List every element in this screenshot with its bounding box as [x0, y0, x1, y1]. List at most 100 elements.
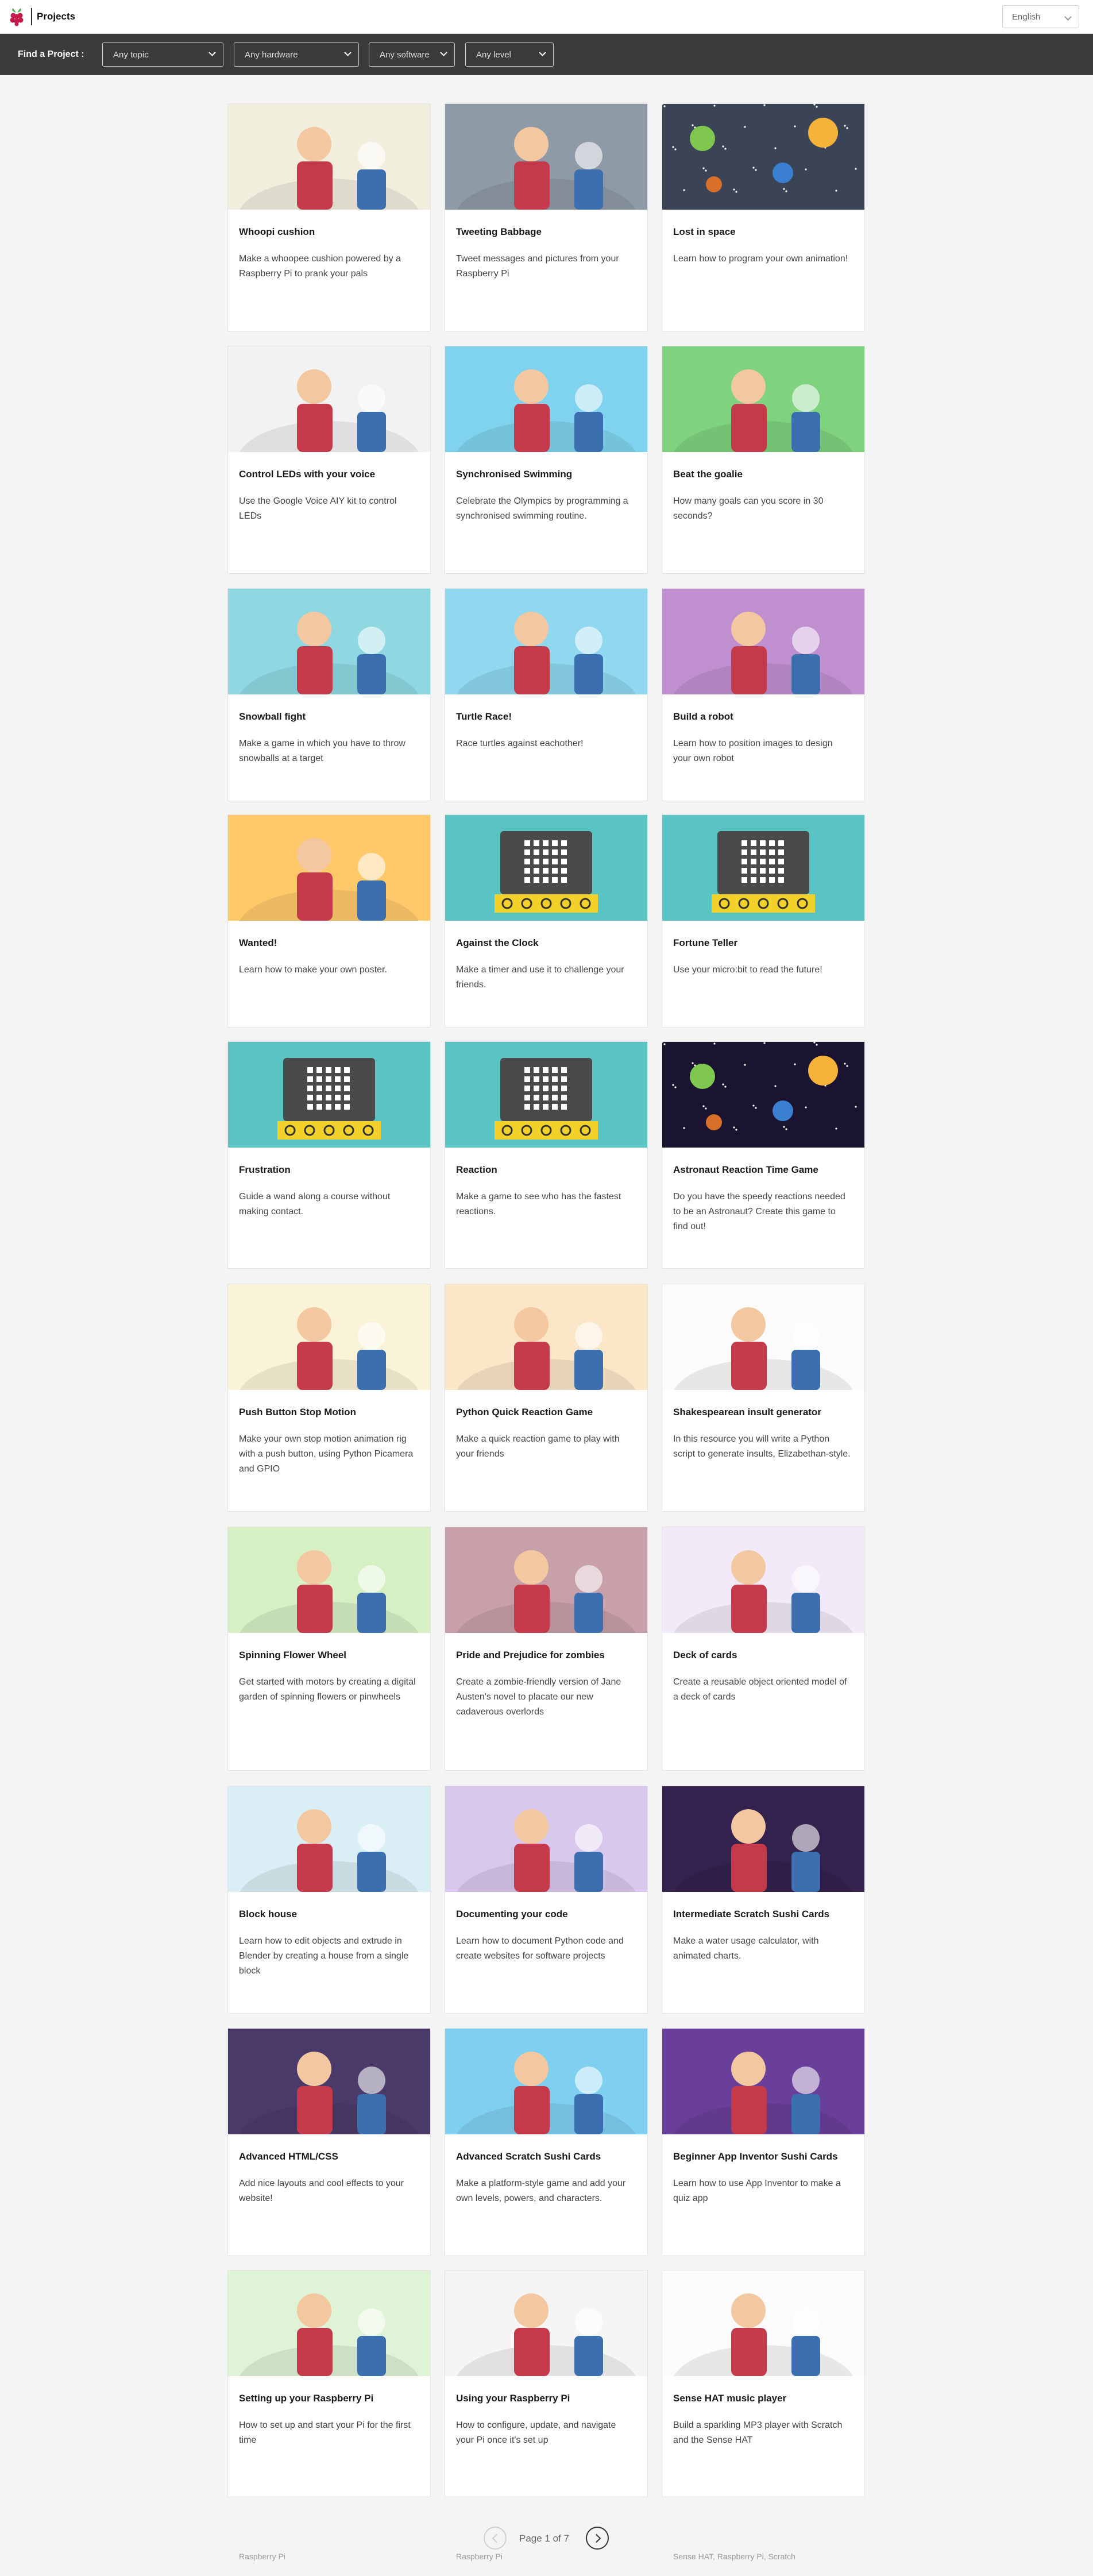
- project-card[interactable]: Frustration Guide a wand along a course w…: [227, 1041, 431, 1333]
- project-title[interactable]: Frustration: [239, 1164, 422, 1176]
- project-card[interactable]: Control LEDs with your voice Use the Goog…: [227, 346, 431, 637]
- project-thumbnail[interactable]: [662, 1284, 864, 1390]
- project-card[interactable]: Reaction Make a game to see who has the f…: [445, 1041, 648, 1333]
- level-filter[interactable]: Any level: [465, 43, 554, 67]
- project-thumbnail[interactable]: [445, 1527, 647, 1633]
- project-card[interactable]: Using your Raspberry Pi How to configure,…: [445, 2270, 648, 2561]
- project-thumbnail[interactable]: [228, 589, 430, 694]
- project-title[interactable]: Control LEDs with your voice: [239, 469, 422, 480]
- project-thumbnail[interactable]: [662, 346, 864, 452]
- project-title[interactable]: Fortune Teller: [673, 937, 856, 949]
- project-title[interactable]: Synchronised Swimming: [456, 469, 639, 480]
- previous-page-button[interactable]: [484, 2527, 507, 2550]
- project-card[interactable]: Advanced Scratch Sushi Cards Make a platf…: [445, 2028, 648, 2319]
- project-thumbnail[interactable]: [445, 104, 647, 210]
- project-card[interactable]: Astronaut Reaction Time Game Do you have …: [662, 1041, 865, 1333]
- project-title[interactable]: Sense HAT music player: [673, 2393, 856, 2404]
- language-select[interactable]: English: [1002, 5, 1079, 28]
- project-title[interactable]: Beat the goalie: [673, 469, 856, 480]
- project-title[interactable]: Intermediate Scratch Sushi Cards: [673, 1909, 856, 1920]
- project-thumbnail[interactable]: [228, 104, 430, 210]
- project-card[interactable]: Synchronised Swimming Celebrate the Olymp…: [445, 346, 648, 637]
- project-thumbnail[interactable]: [662, 815, 864, 921]
- project-title[interactable]: Block house: [239, 1909, 422, 1920]
- project-title[interactable]: Python Quick Reaction Game: [456, 1407, 639, 1418]
- raspberry-pi-logo[interactable]: [8, 7, 25, 26]
- project-thumbnail[interactable]: [445, 815, 647, 921]
- project-thumbnail[interactable]: [662, 1042, 864, 1148]
- project-title[interactable]: Build a robot: [673, 711, 856, 723]
- project-title[interactable]: Whoopi cushion: [239, 226, 422, 238]
- project-card[interactable]: Beginner App Inventor Sushi Cards Learn h…: [662, 2028, 865, 2319]
- project-title[interactable]: Spinning Flower Wheel: [239, 1650, 422, 1661]
- project-thumbnail[interactable]: [445, 589, 647, 694]
- project-title[interactable]: Documenting your code: [456, 1909, 639, 1920]
- project-title[interactable]: Reaction: [456, 1164, 639, 1176]
- project-thumbnail[interactable]: [662, 589, 864, 694]
- project-thumbnail[interactable]: [662, 1786, 864, 1892]
- software-filter[interactable]: Any software: [369, 43, 455, 67]
- project-thumbnail[interactable]: [228, 1786, 430, 1892]
- project-card[interactable]: Whoopi cushion Make a whoopee cushion pow…: [227, 103, 431, 395]
- project-card[interactable]: Block house Learn how to edit objects and…: [227, 1786, 431, 2077]
- project-title[interactable]: Push Button Stop Motion: [239, 1407, 422, 1418]
- project-thumbnail[interactable]: [228, 1284, 430, 1390]
- project-card[interactable]: Build a robot Learn how to position image…: [662, 588, 865, 864]
- project-card[interactable]: Lost in space Learn how to program your o…: [662, 103, 865, 395]
- project-title[interactable]: Turtle Race!: [456, 711, 639, 723]
- topic-filter[interactable]: Any topic: [102, 43, 223, 67]
- project-thumbnail[interactable]: [228, 2029, 430, 2134]
- project-thumbnail[interactable]: [662, 1527, 864, 1633]
- project-thumbnail[interactable]: [662, 2029, 864, 2134]
- project-card[interactable]: Shakespearean insult generator In this re…: [662, 1284, 865, 1575]
- project-card[interactable]: Push Button Stop Motion Make your own sto…: [227, 1284, 431, 1575]
- project-card[interactable]: Setting up your Raspberry Pi How to set u…: [227, 2270, 431, 2561]
- project-card[interactable]: Wanted! Learn how to make your own poster…: [227, 814, 431, 1091]
- project-thumbnail[interactable]: [445, 2029, 647, 2134]
- project-title[interactable]: Tweeting Babbage: [456, 226, 639, 238]
- project-card[interactable]: Fortune Teller Use your micro:bit to read…: [662, 814, 865, 1091]
- project-card[interactable]: Spinning Flower Wheel Get started with mo…: [227, 1527, 431, 1833]
- project-card[interactable]: Against the Clock Make a timer and use it…: [445, 814, 648, 1091]
- project-thumbnail[interactable]: [445, 346, 647, 452]
- project-title[interactable]: Pride and Prejudice for zombies: [456, 1650, 639, 1661]
- project-card[interactable]: Snowball fight Make a game in which you h…: [227, 588, 431, 864]
- project-title[interactable]: Snowball fight: [239, 711, 422, 723]
- project-card[interactable]: Documenting your code Learn how to docume…: [445, 1786, 648, 2077]
- project-card[interactable]: Python Quick Reaction Game Make a quick r…: [445, 1284, 648, 1575]
- site-title[interactable]: Projects: [37, 11, 75, 22]
- project-thumbnail[interactable]: [228, 1042, 430, 1148]
- project-title[interactable]: Wanted!: [239, 937, 422, 949]
- project-card[interactable]: Advanced HTML/CSS Add nice layouts and co…: [227, 2028, 431, 2319]
- project-title[interactable]: Astronaut Reaction Time Game: [673, 1164, 856, 1176]
- project-title[interactable]: Setting up your Raspberry Pi: [239, 2393, 422, 2404]
- project-title[interactable]: Using your Raspberry Pi: [456, 2393, 639, 2404]
- project-card[interactable]: Tweeting Babbage Tweet messages and pictu…: [445, 103, 648, 395]
- project-card[interactable]: Intermediate Scratch Sushi Cards Make a w…: [662, 1786, 865, 2077]
- project-title[interactable]: Shakespearean insult generator: [673, 1407, 856, 1418]
- project-title[interactable]: Advanced Scratch Sushi Cards: [456, 2151, 639, 2162]
- project-thumbnail[interactable]: [228, 815, 430, 921]
- project-card[interactable]: Deck of cards Create a reusable object or…: [662, 1527, 865, 1833]
- project-description: Make a game to see who has the fastest r…: [456, 1192, 621, 1216]
- project-thumbnail[interactable]: [662, 2270, 864, 2376]
- project-title[interactable]: Against the Clock: [456, 937, 639, 949]
- project-card[interactable]: Pride and Prejudice for zombies Create a …: [445, 1527, 648, 1833]
- project-thumbnail[interactable]: [445, 1042, 647, 1148]
- project-thumbnail[interactable]: [228, 2270, 430, 2376]
- project-card[interactable]: Turtle Race! Race turtles against eachoth…: [445, 588, 648, 864]
- project-title[interactable]: Beginner App Inventor Sushi Cards: [673, 2151, 856, 2162]
- project-thumbnail[interactable]: [662, 104, 864, 210]
- project-title[interactable]: Deck of cards: [673, 1650, 856, 1661]
- project-thumbnail[interactable]: [228, 346, 430, 452]
- project-thumbnail[interactable]: [445, 1284, 647, 1390]
- project-card[interactable]: Sense HAT music player Build a sparkling …: [662, 2270, 865, 2561]
- project-thumbnail[interactable]: [228, 1527, 430, 1633]
- project-title[interactable]: Lost in space: [673, 226, 856, 238]
- project-title[interactable]: Advanced HTML/CSS: [239, 2151, 422, 2162]
- project-thumbnail[interactable]: [445, 2270, 647, 2376]
- project-thumbnail[interactable]: [445, 1786, 647, 1892]
- project-card[interactable]: Beat the goalie How many goals can you sc…: [662, 346, 865, 637]
- hardware-filter[interactable]: Any hardware: [234, 43, 359, 67]
- next-page-button[interactable]: [586, 2527, 609, 2550]
